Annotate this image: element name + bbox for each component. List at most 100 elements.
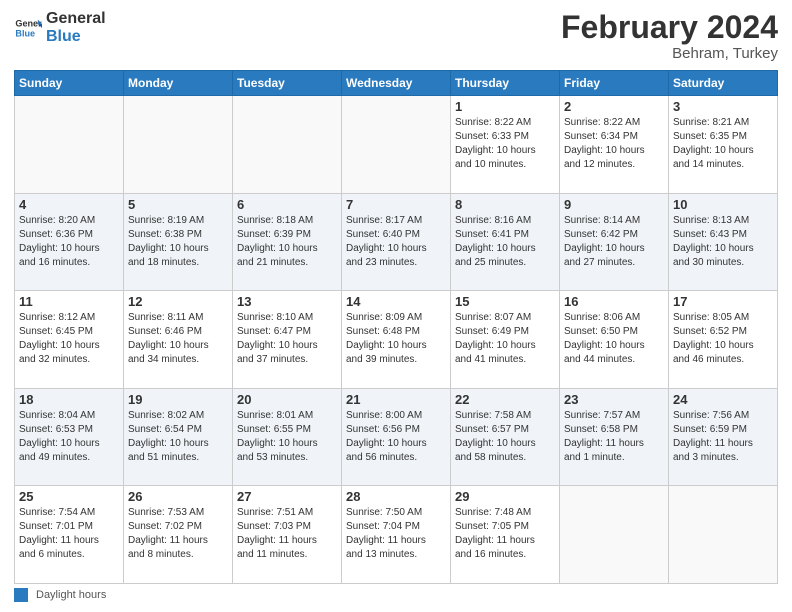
- day-number: 13: [237, 294, 337, 309]
- cell-info: Sunrise: 7:51 AMSunset: 7:03 PMDaylight:…: [237, 506, 337, 562]
- day-number: 25: [19, 489, 119, 504]
- month-title: February 2024: [561, 10, 778, 45]
- calendar-cell: 4Sunrise: 8:20 AMSunset: 6:36 PMDaylight…: [15, 193, 124, 291]
- svg-text:Blue: Blue: [15, 28, 35, 38]
- calendar-cell: 13 Sunrise: 8:10 AMSunset: 6:47 PMDayligh…: [233, 291, 342, 389]
- calendar-header-sunday: Sunday: [15, 71, 124, 96]
- calendar-week-row: 11 Sunrise: 8:12 AMSunset: 6:45 PMDayligh…: [15, 291, 778, 389]
- day-number: 2: [564, 99, 664, 114]
- day-number: 22: [455, 392, 555, 407]
- cell-info: Sunrise: 8:14 AMSunset: 6:42 PMDaylight:…: [564, 214, 664, 270]
- calendar-header-friday: Friday: [560, 71, 669, 96]
- cell-info: Sunrise: 8:10 AMSunset: 6:47 PMDaylight:…: [237, 311, 337, 367]
- day-number: 29: [455, 489, 555, 504]
- cell-info: Sunrise: 7:48 AMSunset: 7:05 PMDaylight:…: [455, 506, 555, 562]
- calendar-cell: 17Sunrise: 8:05 AMSunset: 6:52 PMDayligh…: [669, 291, 778, 389]
- day-number: 10: [673, 197, 773, 212]
- day-number: 12: [128, 294, 228, 309]
- calendar-cell: 23 Sunrise: 7:57 AMSunset: 6:58 PMDayligh…: [560, 388, 669, 486]
- cell-info: Sunrise: 7:58 AMSunset: 6:57 PMDaylight:…: [455, 409, 555, 465]
- calendar-cell: 28 Sunrise: 7:50 AMSunset: 7:04 PMDayligh…: [342, 486, 451, 584]
- calendar-cell: 5 Sunrise: 8:19 AMSunset: 6:38 PMDaylight…: [124, 193, 233, 291]
- calendar-cell: 8 Sunrise: 8:16 AMSunset: 6:41 PMDaylight…: [451, 193, 560, 291]
- cell-info: Sunrise: 8:02 AMSunset: 6:54 PMDaylight:…: [128, 409, 228, 465]
- calendar-cell: 20 Sunrise: 8:01 AMSunset: 6:55 PMDayligh…: [233, 388, 342, 486]
- calendar-cell: 9 Sunrise: 8:14 AMSunset: 6:42 PMDaylight…: [560, 193, 669, 291]
- logo-general: General: [46, 10, 106, 28]
- calendar-cell: [560, 486, 669, 584]
- legend-label: Daylight hours: [36, 589, 106, 601]
- calendar-header-monday: Monday: [124, 71, 233, 96]
- title-block: February 2024 Behram, Turkey: [561, 10, 778, 62]
- cell-info: Sunrise: 8:16 AMSunset: 6:41 PMDaylight:…: [455, 214, 555, 270]
- footer: Daylight hours: [14, 588, 778, 602]
- day-number: 27: [237, 489, 337, 504]
- cell-info: Sunrise: 7:57 AMSunset: 6:58 PMDaylight:…: [564, 409, 664, 465]
- logo-icon: General Blue: [14, 14, 42, 42]
- cell-info: Sunrise: 8:07 AMSunset: 6:49 PMDaylight:…: [455, 311, 555, 367]
- cell-info: Sunrise: 8:18 AMSunset: 6:39 PMDaylight:…: [237, 214, 337, 270]
- calendar-cell: 26Sunrise: 7:53 AMSunset: 7:02 PMDayligh…: [124, 486, 233, 584]
- calendar-cell: [669, 486, 778, 584]
- calendar-cell: 24 Sunrise: 7:56 AMSunset: 6:59 PMDayligh…: [669, 388, 778, 486]
- calendar-cell: 12 Sunrise: 8:11 AMSunset: 6:46 PMDayligh…: [124, 291, 233, 389]
- calendar-table: SundayMondayTuesdayWednesdayThursdayFrid…: [14, 70, 778, 584]
- day-number: 11: [19, 294, 119, 309]
- calendar-cell: [233, 96, 342, 194]
- calendar-week-row: 1 Sunrise: 8:22 AMSunset: 6:33 PMDaylight…: [15, 96, 778, 194]
- cell-info: Sunrise: 8:01 AMSunset: 6:55 PMDaylight:…: [237, 409, 337, 465]
- cell-info: Sunrise: 8:22 AMSunset: 6:34 PMDaylight:…: [564, 116, 664, 172]
- day-number: 21: [346, 392, 446, 407]
- day-number: 23: [564, 392, 664, 407]
- cell-info: Sunrise: 7:56 AMSunset: 6:59 PMDaylight:…: [673, 409, 773, 465]
- day-number: 26: [128, 489, 228, 504]
- day-number: 14: [346, 294, 446, 309]
- day-number: 18: [19, 392, 119, 407]
- calendar-cell: 7 Sunrise: 8:17 AMSunset: 6:40 PMDaylight…: [342, 193, 451, 291]
- day-number: 6: [237, 197, 337, 212]
- calendar-week-row: 18Sunrise: 8:04 AMSunset: 6:53 PMDayligh…: [15, 388, 778, 486]
- cell-info: Sunrise: 8:05 AMSunset: 6:52 PMDaylight:…: [673, 311, 773, 367]
- cell-info: Sunrise: 8:22 AMSunset: 6:33 PMDaylight:…: [455, 116, 555, 172]
- calendar-cell: 18Sunrise: 8:04 AMSunset: 6:53 PMDayligh…: [15, 388, 124, 486]
- calendar-header-thursday: Thursday: [451, 71, 560, 96]
- cell-info: Sunrise: 8:17 AMSunset: 6:40 PMDaylight:…: [346, 214, 446, 270]
- day-number: 7: [346, 197, 446, 212]
- cell-info: Sunrise: 8:19 AMSunset: 6:38 PMDaylight:…: [128, 214, 228, 270]
- day-number: 28: [346, 489, 446, 504]
- cell-info: Sunrise: 7:50 AMSunset: 7:04 PMDaylight:…: [346, 506, 446, 562]
- location: Behram, Turkey: [561, 45, 778, 62]
- day-number: 16: [564, 294, 664, 309]
- day-number: 20: [237, 392, 337, 407]
- day-number: 24: [673, 392, 773, 407]
- calendar-cell: 1 Sunrise: 8:22 AMSunset: 6:33 PMDaylight…: [451, 96, 560, 194]
- day-number: 1: [455, 99, 555, 114]
- calendar-cell: 14 Sunrise: 8:09 AMSunset: 6:48 PMDayligh…: [342, 291, 451, 389]
- calendar-cell: 25 Sunrise: 7:54 AMSunset: 7:01 PMDayligh…: [15, 486, 124, 584]
- day-number: 9: [564, 197, 664, 212]
- day-number: 3: [673, 99, 773, 114]
- cell-info: Sunrise: 8:09 AMSunset: 6:48 PMDaylight:…: [346, 311, 446, 367]
- calendar-header-tuesday: Tuesday: [233, 71, 342, 96]
- day-number: 15: [455, 294, 555, 309]
- logo: General Blue General Blue: [14, 10, 106, 45]
- calendar-cell: 3 Sunrise: 8:21 AMSunset: 6:35 PMDaylight…: [669, 96, 778, 194]
- calendar-header-saturday: Saturday: [669, 71, 778, 96]
- cell-info: Sunrise: 8:11 AMSunset: 6:46 PMDaylight:…: [128, 311, 228, 367]
- calendar-cell: 10Sunrise: 8:13 AMSunset: 6:43 PMDayligh…: [669, 193, 778, 291]
- calendar-cell: 2 Sunrise: 8:22 AMSunset: 6:34 PMDaylight…: [560, 96, 669, 194]
- calendar-cell: 11 Sunrise: 8:12 AMSunset: 6:45 PMDayligh…: [15, 291, 124, 389]
- logo-blue: Blue: [46, 28, 106, 46]
- calendar-cell: 19Sunrise: 8:02 AMSunset: 6:54 PMDayligh…: [124, 388, 233, 486]
- cell-info: Sunrise: 8:20 AMSunset: 6:36 PMDaylight:…: [19, 214, 119, 270]
- cell-info: Sunrise: 8:21 AMSunset: 6:35 PMDaylight:…: [673, 116, 773, 172]
- cell-info: Sunrise: 7:54 AMSunset: 7:01 PMDaylight:…: [19, 506, 119, 562]
- day-number: 8: [455, 197, 555, 212]
- calendar-cell: 29 Sunrise: 7:48 AMSunset: 7:05 PMDayligh…: [451, 486, 560, 584]
- cell-info: Sunrise: 8:12 AMSunset: 6:45 PMDaylight:…: [19, 311, 119, 367]
- calendar-cell: 21Sunrise: 8:00 AMSunset: 6:56 PMDayligh…: [342, 388, 451, 486]
- day-number: 5: [128, 197, 228, 212]
- calendar-week-row: 4Sunrise: 8:20 AMSunset: 6:36 PMDaylight…: [15, 193, 778, 291]
- calendar-cell: 15 Sunrise: 8:07 AMSunset: 6:49 PMDayligh…: [451, 291, 560, 389]
- legend-color-box: [14, 588, 28, 602]
